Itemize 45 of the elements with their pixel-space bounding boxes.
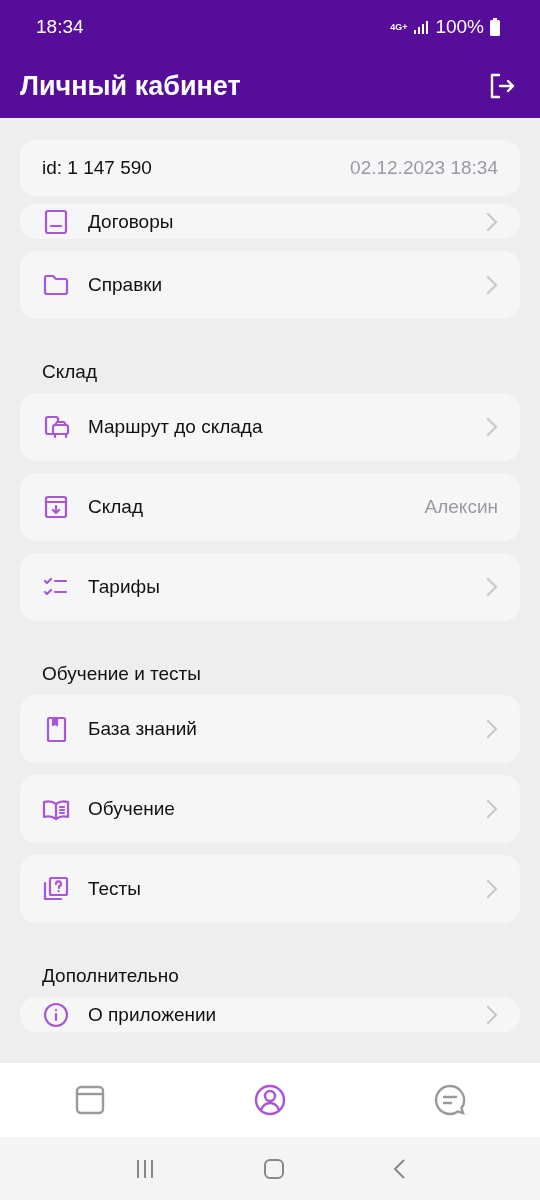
menu-item[interactable]: Тарифы <box>20 553 520 621</box>
account-datetime: 02.12.2023 18:34 <box>350 157 498 179</box>
battery-icon <box>490 18 500 36</box>
chevron-right-icon <box>486 275 498 295</box>
home-icon[interactable] <box>263 1157 285 1180</box>
chevron-right-icon <box>486 577 498 597</box>
page-title: Личный кабинет <box>20 70 241 102</box>
menu-item-label: Маршрут до склада <box>88 416 263 438</box>
signal-icon <box>413 19 430 35</box>
question-cards-icon <box>42 875 70 903</box>
menu-item[interactable]: О приложении <box>20 997 520 1032</box>
menu-item[interactable]: Маршрут до склада <box>20 393 520 461</box>
menu-item[interactable]: Справки <box>20 251 520 319</box>
section-title: Обучение и тесты <box>41 662 202 686</box>
chevron-right-icon <box>486 879 498 899</box>
menu-item-label: Обучение <box>88 798 175 820</box>
menu-item-label: Тарифы <box>88 576 160 598</box>
menu-item-label: О приложении <box>88 1003 217 1026</box>
menu-item[interactable]: Тесты <box>20 855 520 923</box>
bus-car-icon <box>42 413 70 441</box>
archive-download-icon <box>42 493 70 521</box>
info-icon <box>42 1000 70 1029</box>
menu-item-value: Алексин <box>424 496 498 518</box>
chevron-right-icon <box>486 1004 498 1025</box>
menu-item-label: База знаний <box>88 718 197 740</box>
chevron-right-icon <box>486 211 498 232</box>
menu-item-label: Склад <box>88 496 143 518</box>
account-id: id: 1 147 590 <box>42 157 152 179</box>
menu-item[interactable]: Склад Алексин <box>20 473 520 541</box>
network-type: 4G+ <box>390 22 408 32</box>
menu-item[interactable]: База знаний <box>20 695 520 763</box>
menu-item[interactable]: Договоры <box>20 204 520 239</box>
chevron-right-icon <box>486 799 498 819</box>
section-title: Дополнительно <box>41 964 180 988</box>
section-title: Склад <box>41 360 98 384</box>
chevron-right-icon <box>486 719 498 739</box>
menu-item-label: Тесты <box>88 878 141 900</box>
back-icon[interactable] <box>392 1157 407 1180</box>
menu-item-label: Справки <box>88 274 163 296</box>
battery-level: 100% <box>435 16 484 38</box>
document-icon <box>42 207 70 236</box>
menu-item[interactable]: Обучение <box>20 775 520 843</box>
menu-item-label: Договоры <box>88 210 174 233</box>
status-time: 18:34 <box>36 16 84 38</box>
chevron-right-icon <box>486 417 498 437</box>
